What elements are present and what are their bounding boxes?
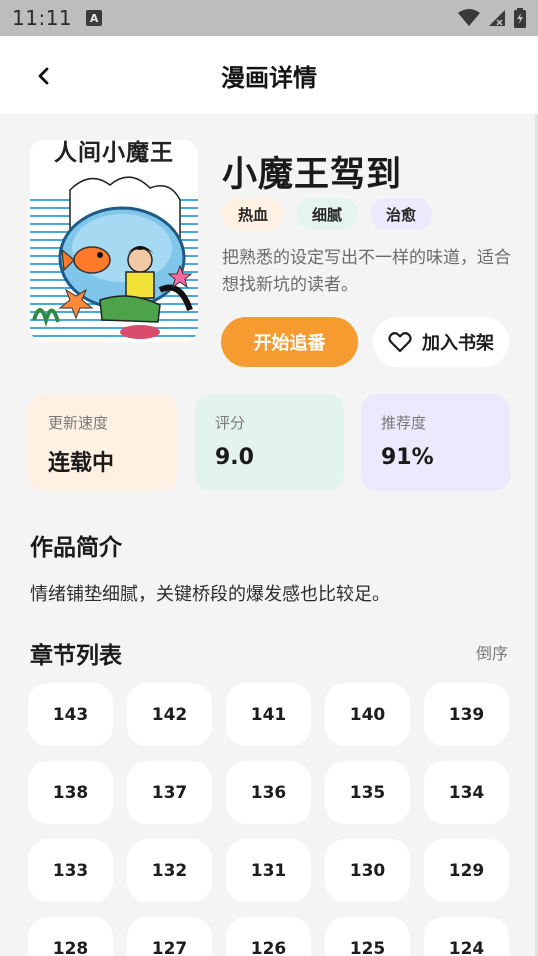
status-bar: 11:11 A — [0, 0, 538, 36]
chevron-left-icon — [38, 67, 49, 85]
tag-chip[interactable]: 细腻 — [296, 198, 359, 230]
chapter-button[interactable]: 138 — [28, 761, 113, 824]
chapter-button[interactable]: 137 — [127, 761, 212, 824]
tag-chip[interactable]: 热血 — [222, 198, 285, 230]
stat-label: 更新速度 — [48, 414, 109, 432]
stat-card-recommend: 推荐度 91% — [361, 394, 510, 491]
wifi-icon — [458, 9, 480, 26]
book-description: 把熟悉的设定写出不一样的味道，适合想找新坑的读者。 — [222, 248, 511, 295]
status-time: 11:11 — [12, 6, 73, 30]
chapter-button[interactable]: 129 — [424, 839, 509, 902]
cover-illustration — [30, 140, 198, 342]
stat-value: 连载中 — [48, 451, 115, 476]
chapter-button[interactable]: 127 — [127, 917, 212, 956]
chapter-button[interactable]: 143 — [28, 683, 113, 746]
chapter-button[interactable]: 142 — [127, 683, 212, 746]
chapter-button[interactable]: 130 — [325, 839, 410, 902]
chapter-button[interactable]: 131 — [226, 839, 311, 902]
sort-toggle[interactable]: 倒序 — [476, 640, 508, 664]
start-follow-label: 开始追番 — [253, 333, 326, 354]
status-icons — [458, 8, 526, 28]
header-bar: 漫画详情 — [0, 36, 538, 114]
chapter-button[interactable]: 124 — [424, 917, 509, 956]
chapter-button[interactable]: 136 — [226, 761, 311, 824]
back-button[interactable] — [28, 60, 60, 92]
chapter-button[interactable]: 140 — [325, 683, 410, 746]
stat-value: 9.0 — [215, 445, 254, 470]
chapter-button[interactable]: 132 — [127, 839, 212, 902]
cover-image[interactable]: 人间小魔王 — [30, 140, 198, 342]
chapter-button[interactable]: 133 — [28, 839, 113, 902]
book-title: 小魔王驾到 — [222, 155, 403, 195]
page-title: 漫画详情 — [221, 63, 317, 92]
cover-title-text: 人间小魔王 — [54, 140, 174, 166]
chapter-list-heading: 章节列表 — [30, 643, 122, 669]
chapter-button[interactable]: 125 — [325, 917, 410, 956]
notification-icon: A — [86, 10, 103, 26]
tag-list: 热血 细腻 治愈 — [222, 198, 433, 230]
signal-icon — [489, 10, 505, 26]
intro-text: 情绪铺垫细腻，关键桥段的爆发感也比较足。 — [30, 584, 390, 605]
chapter-button[interactable]: 139 — [424, 683, 509, 746]
tag-chip[interactable]: 治愈 — [370, 198, 433, 230]
chapter-button[interactable]: 141 — [226, 683, 311, 746]
chapter-button[interactable]: 126 — [226, 917, 311, 956]
stat-label: 评分 — [215, 414, 246, 432]
add-to-shelf-button[interactable]: 加入书架 — [373, 317, 509, 367]
intro-heading: 作品简介 — [30, 535, 122, 561]
stat-label: 推荐度 — [381, 414, 427, 432]
stat-value: 91% — [381, 445, 434, 470]
chapter-button[interactable]: 128 — [28, 917, 113, 956]
start-follow-button[interactable]: 开始追番 — [221, 317, 358, 367]
add-to-shelf-label: 加入书架 — [422, 333, 494, 354]
stat-card-rating: 评分 9.0 — [195, 394, 344, 491]
battery-icon — [514, 8, 526, 28]
chapter-button[interactable]: 134 — [424, 761, 509, 824]
chapter-button[interactable]: 135 — [325, 761, 410, 824]
stat-card-update: 更新速度 连载中 — [28, 394, 177, 491]
heart-icon — [388, 332, 412, 353]
